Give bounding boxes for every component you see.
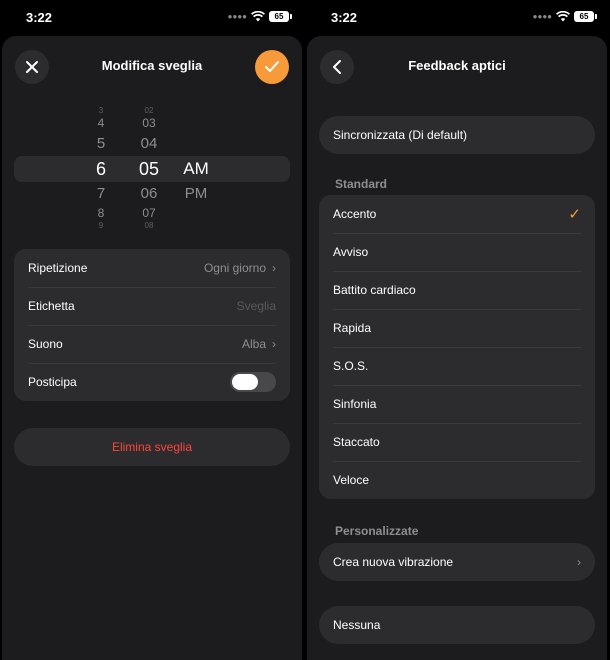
standard-section-header: Standard [335, 177, 388, 191]
confirm-button[interactable] [255, 50, 289, 84]
chevron-right-icon: › [272, 337, 276, 351]
default-haptic-label: Sincronizzata (Di default) [333, 128, 468, 142]
wifi-icon [556, 11, 570, 22]
minute-option: 02 [144, 106, 154, 115]
chevron-right-icon: › [272, 261, 276, 275]
minute-option: 06 [140, 185, 158, 202]
create-vibration-label: Crea nuova vibrazione [333, 555, 454, 569]
wifi-icon [251, 11, 265, 22]
minute-selected: 05 [138, 159, 160, 179]
sound-value: Alba [241, 337, 266, 351]
time-picker[interactable]: 3 4 5 6 7 8 9 02 03 04 05 06 07 08 AM PM [2, 106, 302, 232]
battery-icon: 65 [574, 11, 597, 22]
list-item-label: S.O.S. [333, 359, 369, 373]
repeat-label: Ripetizione [28, 261, 88, 275]
haptics-sheet: Feedback aptici Sincronizzata (Di defaul… [307, 36, 607, 660]
nav-bar: Modifica sveglia [2, 36, 302, 98]
minute-option: 04 [140, 135, 158, 152]
list-item[interactable]: Veloce [319, 461, 595, 499]
create-vibration-button[interactable]: Crea nuova vibrazione › [319, 543, 595, 581]
list-item[interactable]: Staccato [319, 423, 595, 461]
status-time: 3:22 [331, 10, 358, 25]
signal-icon: ●●●● [227, 12, 247, 21]
period-option: PM [184, 185, 208, 202]
list-item[interactable]: Accento ✓ [319, 195, 595, 233]
label-input[interactable]: Sveglia [237, 299, 276, 313]
status-time: 3:22 [26, 10, 53, 25]
label-row[interactable]: Etichetta Sveglia [14, 287, 290, 325]
hour-option: 3 [98, 106, 104, 115]
status-icons: ●●●● 65 [532, 11, 597, 22]
repeat-value: Ogni giorno [203, 261, 266, 275]
minute-option: 03 [142, 116, 156, 130]
hour-option: 4 [97, 116, 105, 130]
list-item-label: Sinfonia [333, 397, 377, 411]
battery-icon: 65 [269, 11, 292, 22]
checkmark-icon [265, 61, 279, 72]
label-label: Etichetta [28, 299, 75, 313]
list-item[interactable]: Avviso [319, 233, 595, 271]
alarm-settings-card: Ripetizione Ogni giorno › Etichetta Sveg… [14, 249, 290, 401]
toggle-knob [232, 374, 258, 390]
list-item[interactable]: S.O.S. [319, 347, 595, 385]
default-haptic-option[interactable]: Sincronizzata (Di default) [319, 116, 595, 154]
delete-alarm-button[interactable]: Elimina sveglia [14, 428, 290, 466]
hour-selected: 6 [95, 159, 106, 179]
standard-haptics-list: Accento ✓ Avviso Battito cardiaco Rapida… [319, 195, 595, 499]
nav-bar: Feedback aptici [307, 36, 607, 98]
list-item-label: Veloce [333, 473, 370, 487]
list-item-label: Avviso [333, 245, 369, 259]
repeat-row[interactable]: Ripetizione Ogni giorno › [14, 249, 290, 287]
status-icons: ●●●● 65 [227, 11, 292, 22]
page-title: Feedback aptici [408, 58, 506, 73]
none-haptic-option[interactable]: Nessuna [319, 606, 595, 644]
chevron-right-icon: › [577, 555, 581, 569]
list-item-label: Battito cardiaco [333, 283, 416, 297]
minute-option: 08 [144, 221, 154, 230]
snooze-toggle[interactable] [230, 372, 276, 392]
list-item-label: Rapida [333, 321, 372, 335]
list-item-label: Staccato [333, 435, 380, 449]
list-item[interactable]: Sinfonia [319, 385, 595, 423]
period-selected: AM [183, 159, 209, 178]
custom-section-header: Personalizzate [335, 524, 419, 538]
status-bar: 3:22 ●●●● 65 [305, 0, 610, 36]
hour-option: 5 [96, 135, 106, 152]
sound-label: Suono [28, 337, 63, 351]
edit-alarm-sheet: Modifica sveglia 3 4 5 6 7 8 9 02 03 04 … [2, 36, 302, 660]
hour-option: 9 [98, 221, 104, 230]
none-haptic-label: Nessuna [333, 618, 381, 632]
hour-option: 8 [97, 206, 105, 220]
signal-icon: ●●●● [532, 12, 552, 21]
hour-option: 7 [96, 185, 106, 202]
snooze-row: Posticipa [14, 363, 290, 401]
status-bar: 3:22 ●●●● 65 [0, 0, 305, 36]
sound-row[interactable]: Suono Alba › [14, 325, 290, 363]
list-item[interactable]: Rapida [319, 309, 595, 347]
minute-option: 07 [142, 206, 156, 220]
checkmark-icon: ✓ [568, 206, 581, 223]
list-item[interactable]: Battito cardiaco [319, 271, 595, 309]
list-item-label: Accento [333, 207, 377, 221]
snooze-label: Posticipa [28, 375, 77, 389]
